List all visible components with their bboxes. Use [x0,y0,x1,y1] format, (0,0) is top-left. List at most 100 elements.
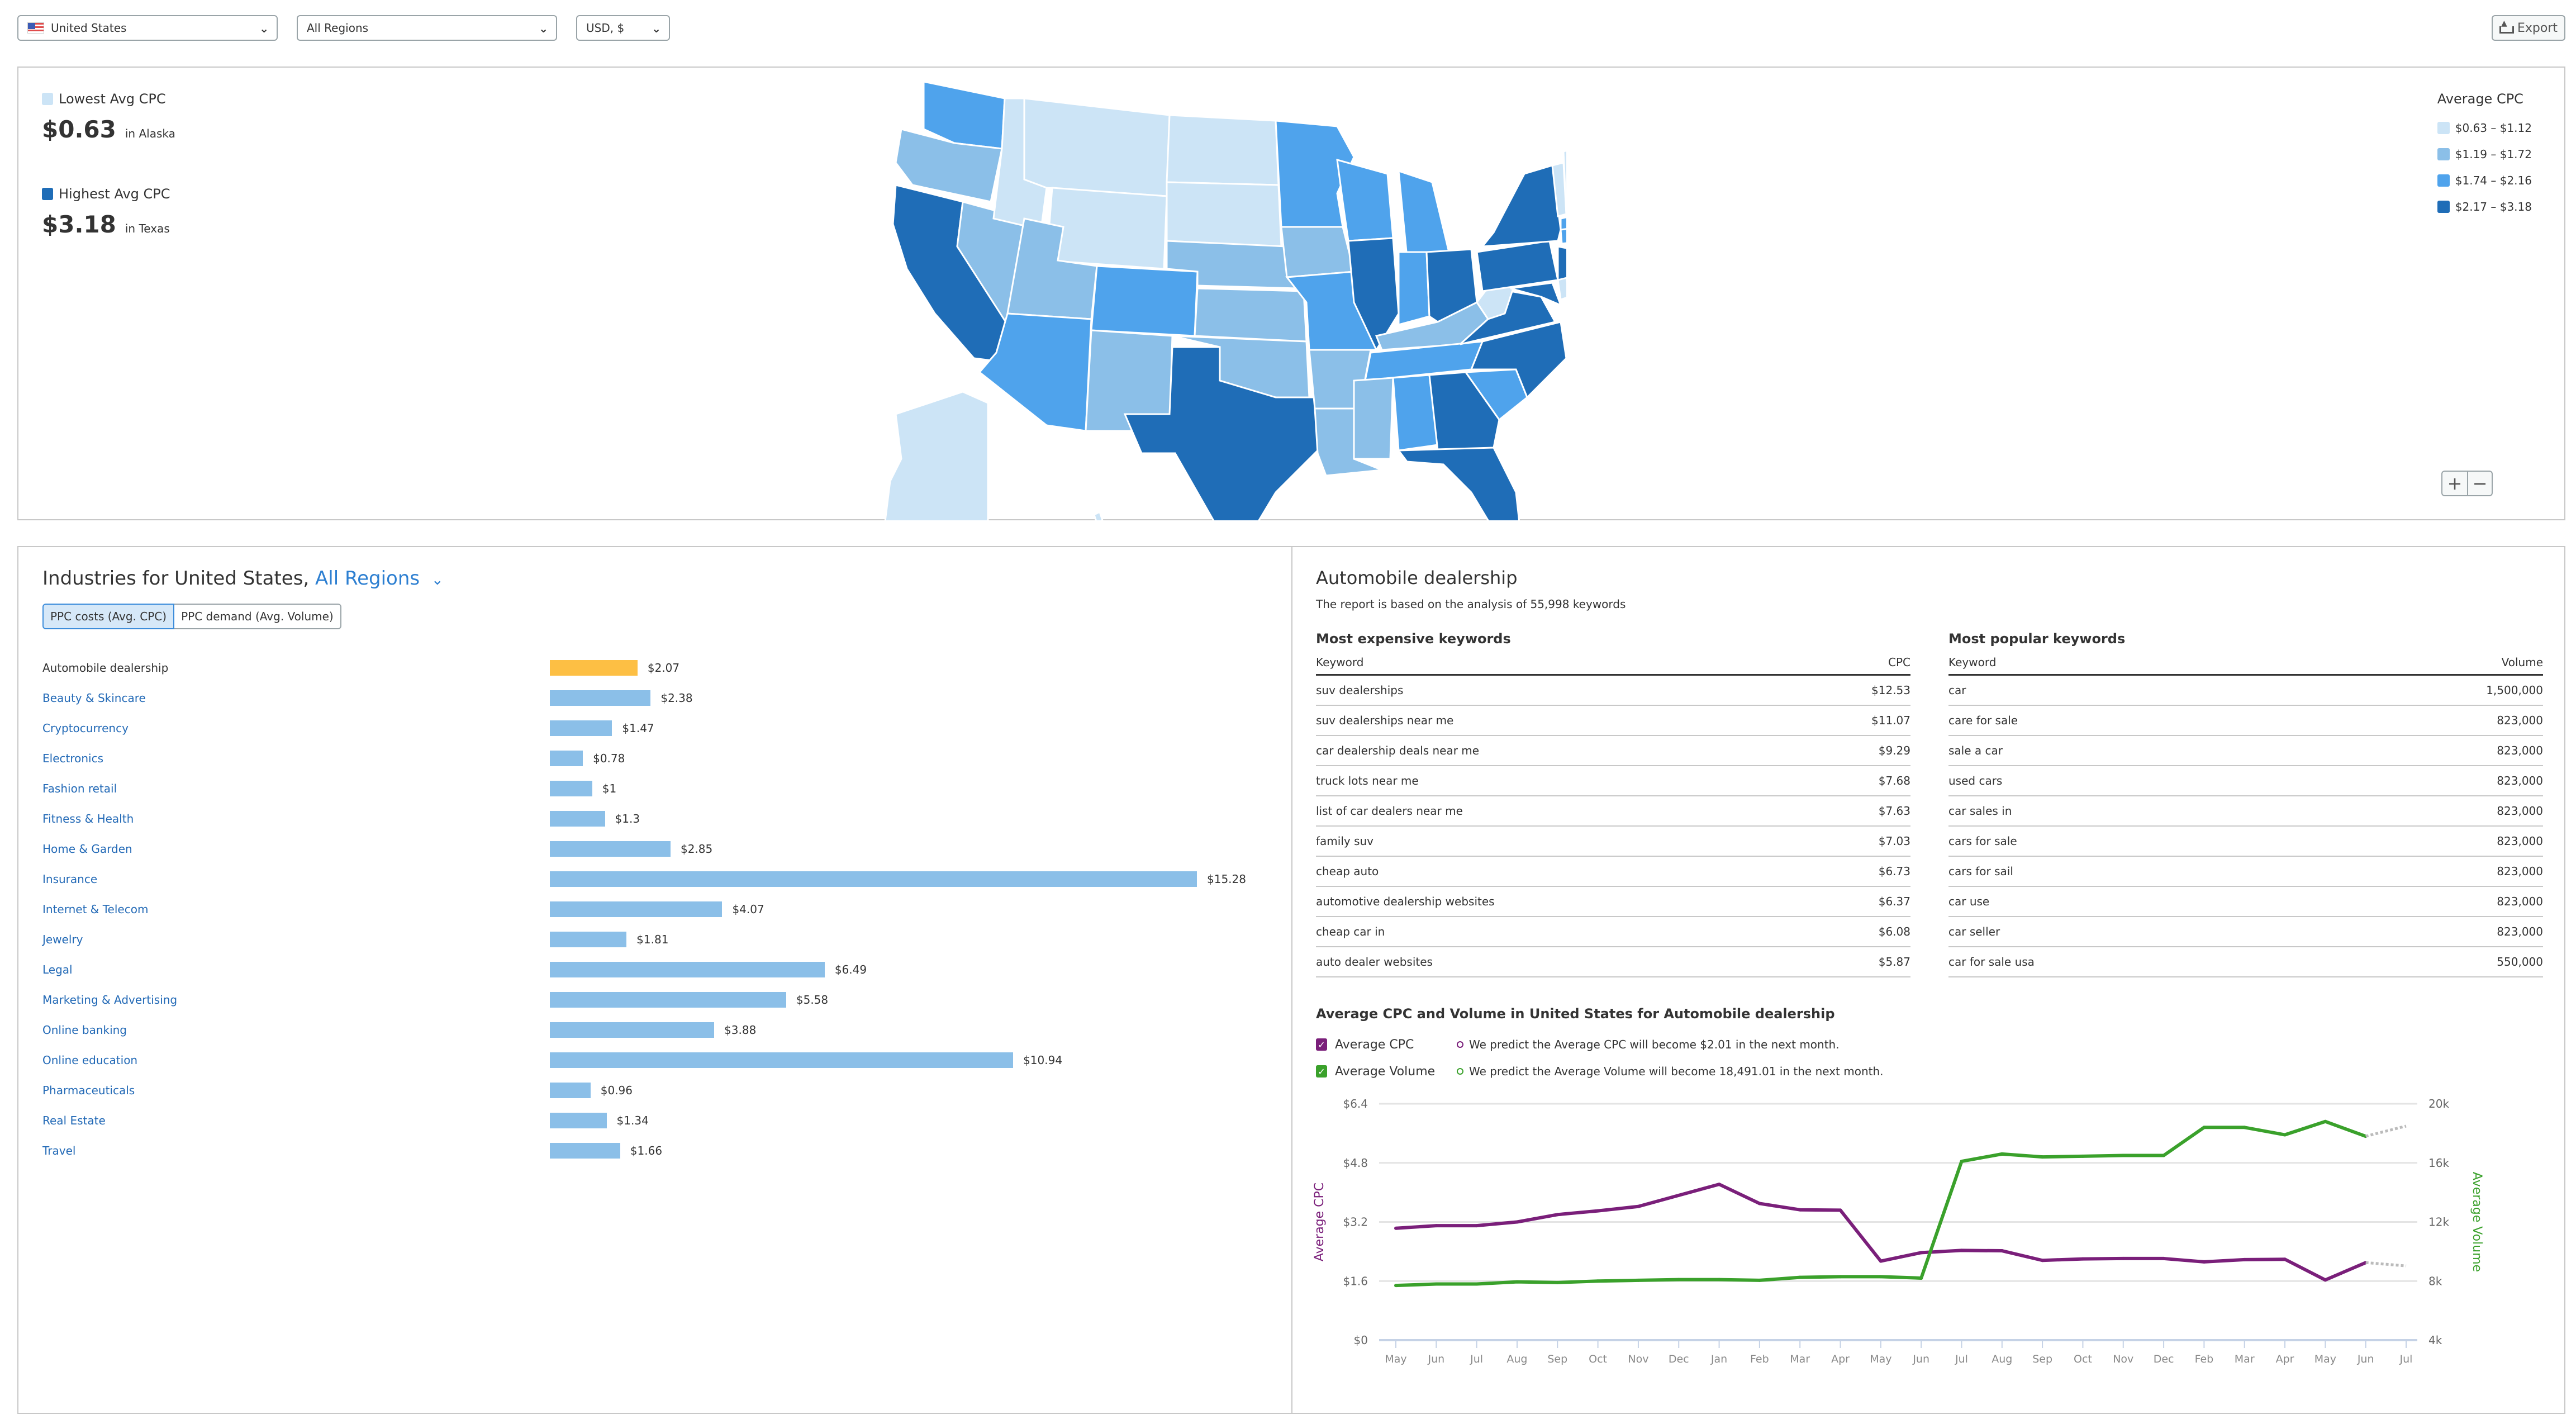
industry-row[interactable]: Marketing & Advertising $5.58 [42,985,1283,1015]
industry-name[interactable]: Home & Garden [42,842,550,856]
state-indiana[interactable] [1398,251,1430,326]
volume-point[interactable] [2283,1133,2287,1137]
industry-row[interactable]: Automobile dealership $2.07 [42,653,1283,683]
cpc-point[interactable] [2283,1257,2287,1261]
volume-point[interactable] [1677,1278,1681,1281]
state-florida[interactable] [1397,447,1522,520]
currency-select[interactable]: USD, $ ⌄ [576,15,670,41]
volume-point[interactable] [1960,1160,1964,1164]
cpc-point[interactable] [2202,1260,2206,1264]
cpc-point[interactable] [2162,1256,2166,1260]
volume-point[interactable] [1394,1284,1398,1288]
country-select[interactable]: United States ⌄ [17,15,278,41]
volume-point[interactable] [1838,1275,1842,1279]
series-toggle-cpc[interactable]: ✓ Average CPC We predict the Average CPC… [1316,1031,1884,1058]
industry-name[interactable]: Online education [42,1053,550,1067]
cpc-point[interactable] [2121,1256,2125,1260]
state-delaware[interactable] [1557,276,1566,301]
volume-point[interactable] [1556,1280,1560,1284]
industry-name[interactable]: Online banking [42,1023,550,1037]
state-north-dakota[interactable] [1166,114,1280,186]
cpc-point[interactable] [2000,1249,2004,1253]
industry-name[interactable]: Fashion retail [42,782,550,795]
volume-point[interactable] [2242,1126,2246,1129]
chevron-down-icon[interactable]: ⌄ [431,572,444,588]
volume-point[interactable] [1879,1275,1883,1279]
state-hawaii[interactable] [1093,510,1104,520]
industry-name[interactable]: Real Estate [42,1114,550,1127]
cpc-point[interactable] [2242,1257,2246,1261]
industry-name[interactable]: Electronics [42,752,550,765]
industry-row[interactable]: Beauty & Skincare $2.38 [42,683,1283,713]
volume-point[interactable] [2162,1154,2166,1157]
cpc-point[interactable] [1798,1208,1802,1212]
us-choropleth-map[interactable] [862,68,1566,520]
volume-point[interactable] [2323,1119,2327,1123]
state-new-york[interactable] [1480,164,1562,248]
state-alaska[interactable] [884,391,1035,520]
industry-row[interactable]: Jewelry $1.81 [42,924,1283,955]
industry-name[interactable]: Legal [42,963,550,976]
industry-row[interactable]: Fashion retail $1 [42,773,1283,804]
cpc-point[interactable] [1960,1249,1964,1252]
volume-point[interactable] [2364,1135,2368,1138]
checkbox-checked-icon[interactable]: ✓ [1316,1065,1327,1078]
tab-ppc-costs[interactable]: PPC costs (Avg. CPC) [42,604,175,629]
volume-point[interactable] [1636,1278,1640,1282]
state-colorado[interactable] [1090,265,1199,337]
industry-name[interactable]: Insurance [42,872,550,886]
volume-point[interactable] [2041,1155,2045,1159]
industry-name[interactable]: Fitness & Health [42,812,550,825]
state-michigan[interactable] [1398,169,1450,259]
state-new-jersey[interactable] [1557,245,1566,281]
volume-point[interactable] [1596,1279,1600,1283]
volume-point[interactable] [2000,1152,2004,1156]
cpc-point[interactable] [2323,1278,2327,1282]
cpc-point[interactable] [1434,1224,1438,1228]
series-toggle-volume[interactable]: ✓ Average Volume We predict the Average … [1316,1058,1884,1085]
state-kansas[interactable] [1194,287,1308,343]
volume-point[interactable] [2081,1154,2085,1158]
cpc-point[interactable] [1556,1213,1560,1217]
industry-row[interactable]: Legal $6.49 [42,955,1283,985]
volume-point[interactable] [1717,1278,1721,1281]
industry-row[interactable]: Online education $10.94 [42,1045,1283,1075]
industry-name[interactable]: Beauty & Skincare [42,691,550,705]
state-south-dakota[interactable] [1166,181,1282,248]
volume-point[interactable] [1919,1276,1923,1280]
volume-point[interactable] [2121,1154,2125,1157]
industry-name[interactable]: Jewelry [42,933,550,946]
volume-point[interactable] [1757,1278,1761,1282]
cpc-point[interactable] [1515,1220,1519,1224]
state-iowa[interactable] [1280,226,1355,278]
state-mississippi[interactable] [1353,377,1394,460]
industry-name[interactable]: Cryptocurrency [42,722,550,735]
industry-name[interactable]: Marketing & Advertising [42,993,550,1007]
industry-row[interactable]: Insurance $15.28 [42,864,1283,894]
checkbox-checked-icon[interactable]: ✓ [1316,1038,1327,1051]
volume-point[interactable] [1475,1282,1479,1286]
industry-name[interactable]: Internet & Telecom [42,903,550,916]
industry-row[interactable]: Travel $1.66 [42,1136,1283,1166]
volume-point[interactable] [1515,1280,1519,1284]
tab-ppc-demand[interactable]: PPC demand (Avg. Volume) [174,604,341,629]
industry-name[interactable]: Pharmaceuticals [42,1084,550,1097]
industry-name[interactable]: Travel [42,1144,550,1157]
region-select[interactable]: All Regions ⌄ [297,15,557,41]
industry-row[interactable]: Online banking $3.88 [42,1015,1283,1045]
industry-row[interactable]: Electronics $0.78 [42,743,1283,773]
region-link[interactable]: All Regions [315,567,420,590]
industry-row[interactable]: Home & Garden $2.85 [42,834,1283,864]
state-wyoming[interactable] [1045,187,1168,270]
cpc-point[interactable] [1757,1202,1761,1205]
cpc-point[interactable] [1677,1193,1681,1197]
cpc-point[interactable] [1838,1208,1842,1212]
zoom-in-button[interactable]: + [2442,472,2467,495]
industry-row[interactable]: Cryptocurrency $1.47 [42,713,1283,743]
volume-point[interactable] [1798,1275,1802,1279]
cpc-point[interactable] [1596,1209,1600,1213]
industry-row[interactable]: Internet & Telecom $4.07 [42,894,1283,924]
volume-point[interactable] [1434,1282,1438,1286]
cpc-point[interactable] [2081,1257,2085,1261]
cpc-point[interactable] [1919,1251,1923,1255]
